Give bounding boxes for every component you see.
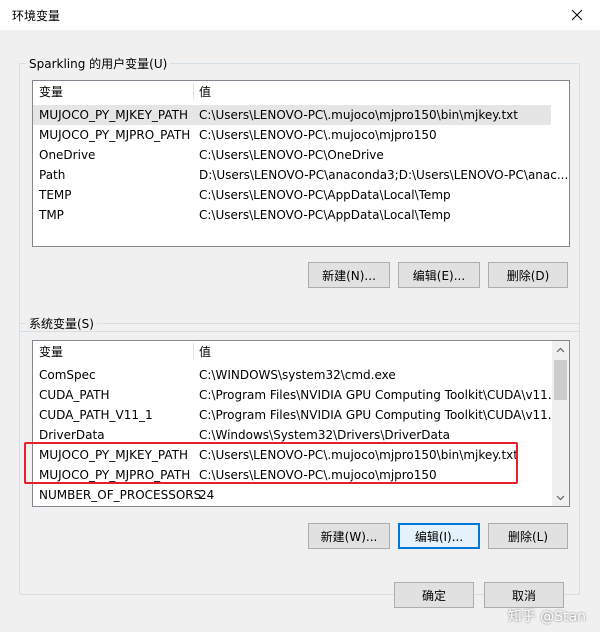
row-name: CUDA_PATH xyxy=(39,388,110,402)
cancel-button[interactable]: 取消 xyxy=(484,582,564,608)
row-value: C:\Program Files\NVIDIA GPU Computing To… xyxy=(199,388,560,402)
table-row[interactable]: OneDrive C:\Users\LENOVO-PC\OneDrive xyxy=(33,145,551,165)
column-divider[interactable] xyxy=(193,83,194,100)
row-value: C:\Windows\System32\Drivers\DriverData xyxy=(199,428,450,442)
user-variables-legend: Sparkling 的用户变量(U) xyxy=(29,57,168,71)
row-name: NUMBER_OF_PROCESSORS xyxy=(39,488,202,502)
table-row[interactable]: MUJOCO_PY_MJKEY_PATH C:\Users\LENOVO-PC\… xyxy=(33,105,551,125)
row-name: OneDrive xyxy=(39,148,96,162)
system-variables-legend: 系统变量(S) xyxy=(29,317,94,331)
scroll-up-button[interactable] xyxy=(552,341,569,358)
row-name: TEMP xyxy=(39,188,72,202)
system-delete-button[interactable]: 删除(L) xyxy=(488,523,568,549)
table-row[interactable]: ComSpec C:\WINDOWS\system32\cmd.exe xyxy=(33,365,551,385)
row-name: MUJOCO_PY_MJKEY_PATH xyxy=(39,108,189,122)
row-value: D:\Users\LENOVO-PC\anaconda3;D:\Users\LE… xyxy=(199,168,569,182)
row-value: C:\Users\LENOVO-PC\.mujoco\mjpro150 xyxy=(199,128,437,142)
row-value: C:\Users\LENOVO-PC\AppData\Local\Temp xyxy=(199,208,451,222)
chevron-up-icon xyxy=(556,347,565,352)
header-value[interactable]: 值 xyxy=(199,83,211,100)
close-icon xyxy=(571,9,583,21)
user-delete-button[interactable]: 删除(D) xyxy=(488,262,568,288)
system-new-button[interactable]: 新建(W)... xyxy=(308,523,390,549)
scrollbar[interactable] xyxy=(552,341,569,506)
close-button[interactable] xyxy=(554,0,600,30)
header-name[interactable]: 变量 xyxy=(39,343,63,360)
highlight-annotation xyxy=(24,442,518,484)
table-row[interactable]: NUMBER_OF_PROCESSORS 24 xyxy=(33,485,551,505)
list-header: 变量 值 xyxy=(33,341,569,362)
row-value: C:\WINDOWS\system32\cmd.exe xyxy=(199,368,396,382)
row-value: C:\Program Files\NVIDIA GPU Computing To… xyxy=(199,408,560,422)
user-edit-button[interactable]: 编辑(E)... xyxy=(398,262,480,288)
watermark: 知乎 @Stan xyxy=(507,609,586,625)
table-row[interactable]: Path D:\Users\LENOVO-PC\anaconda3;D:\Use… xyxy=(33,165,568,185)
row-value: C:\Users\LENOVO-PC\AppData\Local\Temp xyxy=(199,188,451,202)
scroll-thumb[interactable] xyxy=(554,360,567,400)
table-row[interactable]: MUJOCO_PY_MJPRO_PATH C:\Users\LENOVO-PC\… xyxy=(33,125,551,145)
header-name[interactable]: 变量 xyxy=(39,83,63,100)
table-row[interactable]: CUDA_PATH C:\Program Files\NVIDIA GPU Co… xyxy=(33,385,559,405)
table-row[interactable]: TEMP C:\Users\LENOVO-PC\AppData\Local\Te… xyxy=(33,185,551,205)
list-header: 变量 值 xyxy=(33,81,569,102)
table-row[interactable]: CUDA_PATH_V11_1 C:\Program Files\NVIDIA … xyxy=(33,405,559,425)
row-name: ComSpec xyxy=(39,368,96,382)
system-edit-button[interactable]: 编辑(I)... xyxy=(398,523,480,549)
row-name: MUJOCO_PY_MJPRO_PATH xyxy=(39,128,191,142)
title-bar[interactable]: 环境变量 xyxy=(0,0,600,30)
window-title: 环境变量 xyxy=(12,9,61,23)
scroll-down-button[interactable] xyxy=(552,489,569,506)
dialog-body: Sparkling 的用户变量(U) 变量 值 MUJOCO_PY_MJKEY_… xyxy=(0,30,600,632)
header-value[interactable]: 值 xyxy=(199,343,211,360)
column-divider[interactable] xyxy=(193,343,194,360)
row-name: Path xyxy=(39,168,66,182)
row-name: DriverData xyxy=(39,428,105,442)
ok-button[interactable]: 确定 xyxy=(394,582,474,608)
table-row[interactable]: TMP C:\Users\LENOVO-PC\AppData\Local\Tem… xyxy=(33,205,551,225)
row-value: C:\Users\LENOVO-PC\OneDrive xyxy=(199,148,384,162)
row-value: C:\Users\LENOVO-PC\.mujoco\mjpro150\bin\… xyxy=(199,108,518,122)
user-new-button[interactable]: 新建(N)... xyxy=(308,262,390,288)
chevron-down-icon xyxy=(556,495,565,500)
row-name: TMP xyxy=(39,208,64,222)
row-value: 24 xyxy=(199,488,215,502)
row-name: CUDA_PATH_V11_1 xyxy=(39,408,153,422)
user-variables-list[interactable]: 变量 值 MUJOCO_PY_MJKEY_PATH C:\Users\LENOV… xyxy=(32,80,570,247)
